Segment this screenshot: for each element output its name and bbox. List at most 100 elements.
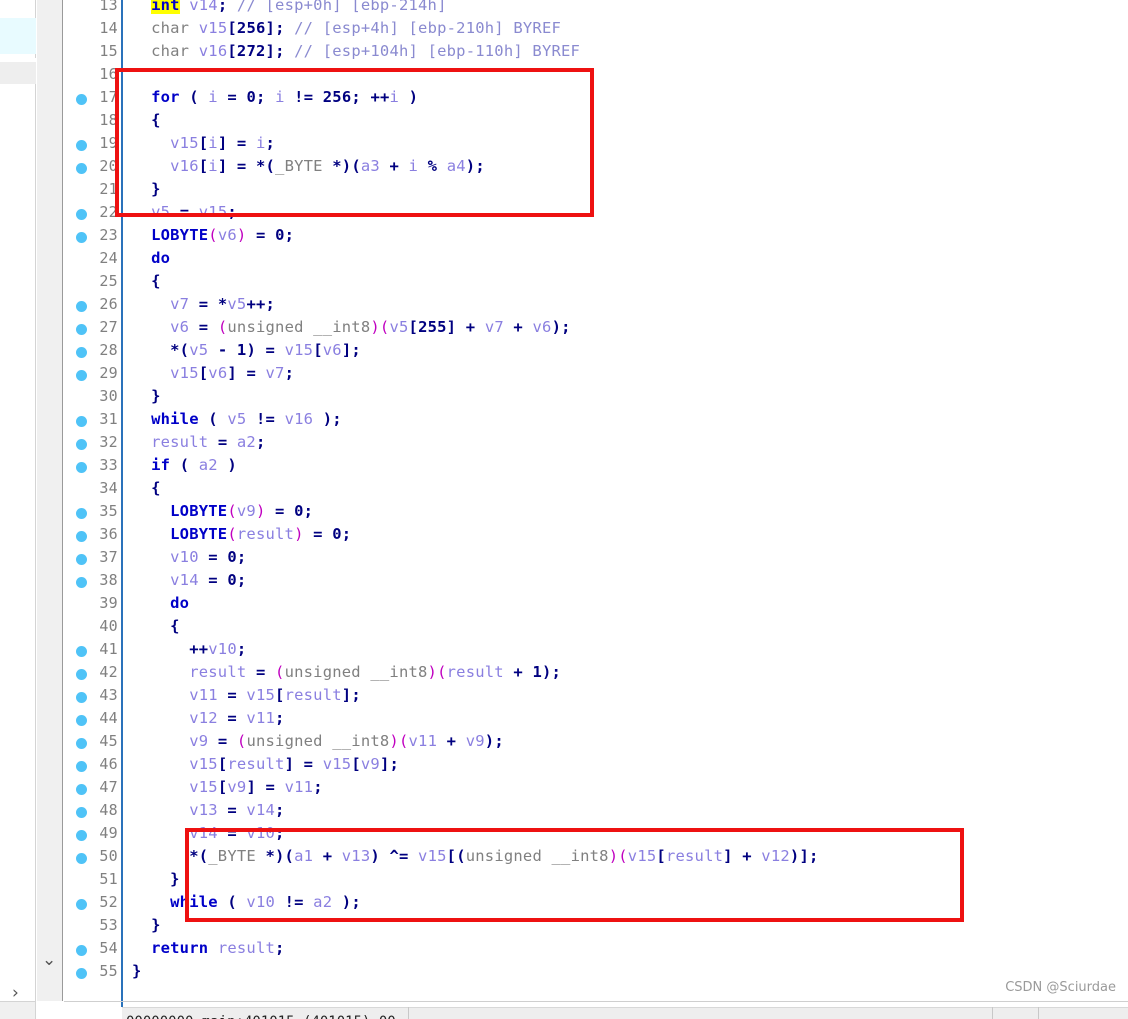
code-line[interactable]: 37 v10 = 0; bbox=[64, 547, 1128, 570]
code-text[interactable]: v13 = v14; bbox=[132, 801, 285, 819]
code-line[interactable]: 19 v15[i] = i; bbox=[64, 133, 1128, 156]
code-text[interactable]: LOBYTE(v6) = 0; bbox=[132, 226, 294, 244]
code-text[interactable]: ++v10; bbox=[132, 640, 246, 658]
code-text[interactable]: v15[i] = i; bbox=[132, 134, 275, 152]
code-line[interactable]: 54 return result; bbox=[64, 938, 1128, 961]
code-line[interactable]: 25 { bbox=[64, 271, 1128, 294]
code-line[interactable]: 16 bbox=[64, 64, 1128, 87]
code-line[interactable]: 23 LOBYTE(v6) = 0; bbox=[64, 225, 1128, 248]
code-text[interactable]: while ( v5 != v16 ); bbox=[132, 410, 342, 428]
code-line[interactable]: 49 v14 = v10; bbox=[64, 823, 1128, 846]
code-line[interactable]: 22 v5 = v15; bbox=[64, 202, 1128, 225]
code-line[interactable]: 17 for ( i = 0; i != 256; ++i ) bbox=[64, 87, 1128, 110]
code-line[interactable]: 34 { bbox=[64, 478, 1128, 501]
code-text[interactable]: if ( a2 ) bbox=[132, 456, 237, 474]
code-text[interactable]: v5 = v15; bbox=[132, 203, 237, 221]
code-line[interactable]: 27 v6 = (unsigned __int8)(v5[255] + v7 +… bbox=[64, 317, 1128, 340]
code-text[interactable]: v15[v6] = v7; bbox=[132, 364, 294, 382]
code-line[interactable]: 53 } bbox=[64, 915, 1128, 938]
code-line[interactable]: 29 v15[v6] = v7; bbox=[64, 363, 1128, 386]
code-line[interactable]: 13 int v14; // [esp+0h] [ebp-214h] bbox=[64, 0, 1128, 18]
collapsed-panel-strip[interactable] bbox=[37, 0, 63, 1001]
code-line[interactable]: 20 v16[i] = *(_BYTE *)(a3 + i % a4); bbox=[64, 156, 1128, 179]
code-text[interactable]: LOBYTE(result) = 0; bbox=[132, 525, 351, 543]
code-line[interactable]: 38 v14 = 0; bbox=[64, 570, 1128, 593]
code-text[interactable]: *(_BYTE *)(a1 + v13) ^= v15[(unsigned __… bbox=[132, 847, 819, 865]
code-text[interactable]: v11 = v15[result]; bbox=[132, 686, 361, 704]
code-text[interactable]: } bbox=[132, 387, 161, 405]
code-text[interactable]: v7 = *v5++; bbox=[132, 295, 275, 313]
code-line[interactable]: 51 } bbox=[64, 869, 1128, 892]
chevron-down-icon[interactable]: ⌄ bbox=[42, 952, 56, 969]
code-text[interactable]: v14 = v10; bbox=[132, 824, 285, 842]
chevron-right-icon[interactable]: › bbox=[12, 985, 19, 1002]
code-line[interactable]: 32 result = a2; bbox=[64, 432, 1128, 455]
pseudocode-editor[interactable]: 12 int v13; // ...13 int v14; // [esp+0h… bbox=[64, 0, 1128, 1001]
line-number: 13 bbox=[99, 0, 118, 14]
code-text[interactable]: int v14; // [esp+0h] [ebp-214h] bbox=[132, 0, 447, 14]
code-text[interactable]: char v16[272]; // [esp+104h] [ebp-110h] … bbox=[132, 42, 580, 60]
code-line[interactable]: 50 *(_BYTE *)(a1 + v13) ^= v15[(unsigned… bbox=[64, 846, 1128, 869]
line-number: 14 bbox=[99, 19, 118, 37]
code-line[interactable]: 36 LOBYTE(result) = 0; bbox=[64, 524, 1128, 547]
line-number: 21 bbox=[99, 180, 118, 198]
line-number: 32 bbox=[99, 433, 118, 451]
code-text[interactable]: return result; bbox=[132, 939, 285, 957]
code-text[interactable]: } bbox=[132, 180, 161, 198]
code-line[interactable]: 43 v11 = v15[result]; bbox=[64, 685, 1128, 708]
code-line[interactable]: 39 do bbox=[64, 593, 1128, 616]
code-text[interactable]: result = (unsigned __int8)(result + 1); bbox=[132, 663, 561, 681]
code-line[interactable]: 40 { bbox=[64, 616, 1128, 639]
code-text[interactable]: } bbox=[132, 870, 180, 888]
line-number: 15 bbox=[99, 42, 118, 60]
code-line[interactable]: 28 *(v5 - 1) = v15[v6]; bbox=[64, 340, 1128, 363]
code-line[interactable]: 26 v7 = *v5++; bbox=[64, 294, 1128, 317]
line-number: 26 bbox=[99, 295, 118, 313]
code-text[interactable]: { bbox=[132, 479, 161, 497]
code-line[interactable]: 52 while ( v10 != a2 ); bbox=[64, 892, 1128, 915]
code-line[interactable]: 14 char v15[256]; // [esp+4h] [ebp-210h]… bbox=[64, 18, 1128, 41]
code-line[interactable]: 45 v9 = (unsigned __int8)(v11 + v9); bbox=[64, 731, 1128, 754]
code-text[interactable]: v16[i] = *(_BYTE *)(a3 + i % a4); bbox=[132, 157, 485, 175]
code-line[interactable]: 18 { bbox=[64, 110, 1128, 133]
code-line[interactable]: 30 } bbox=[64, 386, 1128, 409]
line-number: 37 bbox=[99, 548, 118, 566]
code-text[interactable]: v15[result] = v15[v9]; bbox=[132, 755, 399, 773]
code-line[interactable]: 55} bbox=[64, 961, 1128, 984]
code-text[interactable]: *(v5 - 1) = v15[v6]; bbox=[132, 341, 361, 359]
code-text[interactable]: do bbox=[132, 594, 189, 612]
code-text[interactable]: { bbox=[132, 111, 161, 129]
code-text[interactable]: { bbox=[132, 272, 161, 290]
code-line[interactable]: 42 result = (unsigned __int8)(result + 1… bbox=[64, 662, 1128, 685]
code-text[interactable]: { bbox=[132, 617, 180, 635]
code-text[interactable]: v15[v9] = v11; bbox=[132, 778, 323, 796]
code-line[interactable]: 35 LOBYTE(v9) = 0; bbox=[64, 501, 1128, 524]
left-dock-footer[interactable] bbox=[0, 1001, 36, 1019]
code-text[interactable]: v9 = (unsigned __int8)(v11 + v9); bbox=[132, 732, 504, 750]
code-text[interactable]: LOBYTE(v9) = 0; bbox=[132, 502, 313, 520]
code-text[interactable]: v14 = 0; bbox=[132, 571, 246, 589]
left-dock-panel[interactable] bbox=[0, 0, 36, 1001]
code-line[interactable]: 15 char v16[272]; // [esp+104h] [ebp-110… bbox=[64, 41, 1128, 64]
dock-item[interactable] bbox=[0, 62, 36, 84]
code-line[interactable]: 31 while ( v5 != v16 ); bbox=[64, 409, 1128, 432]
code-text[interactable]: char v15[256]; // [esp+4h] [ebp-210h] BY… bbox=[132, 19, 561, 37]
code-text[interactable]: v6 = (unsigned __int8)(v5[255] + v7 + v6… bbox=[132, 318, 571, 336]
code-text[interactable]: } bbox=[132, 916, 161, 934]
code-text[interactable]: for ( i = 0; i != 256; ++i ) bbox=[132, 88, 418, 106]
code-text[interactable]: } bbox=[132, 962, 142, 980]
dock-selected-item[interactable] bbox=[0, 18, 36, 54]
code-line[interactable]: 21 } bbox=[64, 179, 1128, 202]
code-line[interactable]: 48 v13 = v14; bbox=[64, 800, 1128, 823]
code-text[interactable]: do bbox=[132, 249, 170, 267]
code-line[interactable]: 47 v15[v9] = v11; bbox=[64, 777, 1128, 800]
code-text[interactable]: v10 = 0; bbox=[132, 548, 246, 566]
code-line[interactable]: 41 ++v10; bbox=[64, 639, 1128, 662]
code-line[interactable]: 33 if ( a2 ) bbox=[64, 455, 1128, 478]
code-line[interactable]: 46 v15[result] = v15[v9]; bbox=[64, 754, 1128, 777]
code-line[interactable]: 44 v12 = v11; bbox=[64, 708, 1128, 731]
code-text[interactable]: v12 = v11; bbox=[132, 709, 285, 727]
code-text[interactable]: while ( v10 != a2 ); bbox=[132, 893, 361, 911]
code-line[interactable]: 24 do bbox=[64, 248, 1128, 271]
code-text[interactable]: result = a2; bbox=[132, 433, 266, 451]
